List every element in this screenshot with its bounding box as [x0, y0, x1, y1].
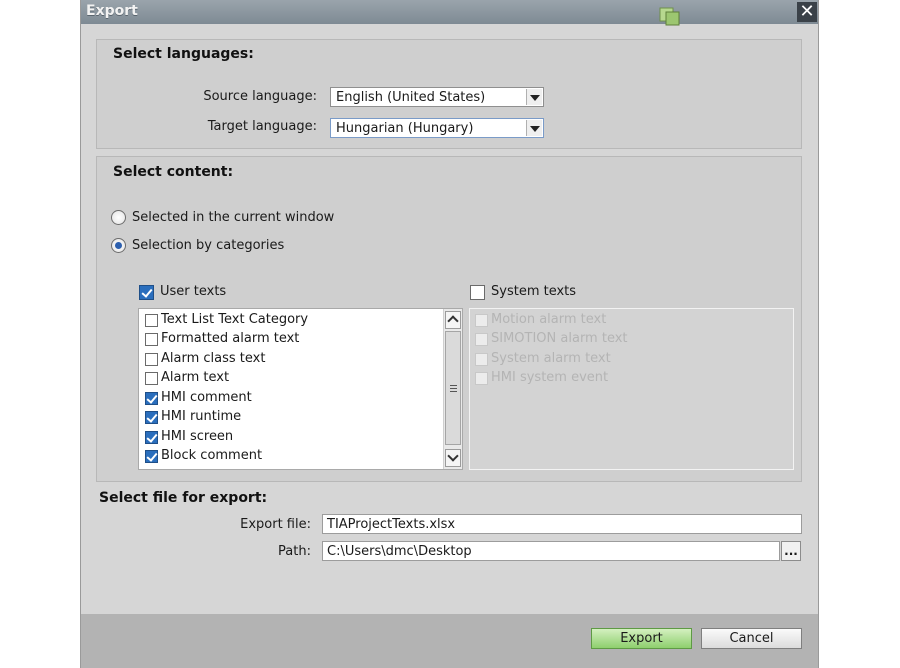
export-dialog: Export ✕ Select languages: Source langua… [81, 0, 818, 668]
content-group: Select content: Selected in the current … [96, 156, 802, 482]
browse-button[interactable]: ... [781, 541, 801, 561]
user-texts-label[interactable]: User texts [160, 284, 226, 299]
scroll-thumb[interactable] [445, 331, 461, 445]
cancel-button[interactable]: Cancel [701, 628, 802, 649]
list-item-label: Alarm text [161, 370, 230, 385]
list-item-label: Motion alarm text [491, 312, 607, 327]
source-language-value: English (United States) [336, 90, 486, 105]
path-field[interactable]: C:\Users\dmc\Desktop [322, 541, 780, 561]
list-item-label: Formatted alarm text [161, 331, 300, 346]
export-button[interactable]: Export [591, 628, 692, 649]
path-label: Path: [278, 544, 311, 559]
list-item-checkbox [475, 314, 488, 327]
languages-heading: Select languages: [113, 46, 254, 62]
list-item-checkbox[interactable] [145, 411, 158, 424]
system-texts-checkbox[interactable] [470, 285, 485, 300]
user-texts-checkbox[interactable] [139, 285, 154, 300]
list-item-checkbox[interactable] [145, 372, 158, 385]
list-item-label: Text List Text Category [161, 312, 309, 327]
target-language-value: Hungarian (Hungary) [336, 121, 474, 136]
list-item-label: HMI screen [161, 429, 234, 444]
tia-portal-logo-icon [659, 7, 680, 26]
content-heading: Select content: [113, 164, 234, 180]
list-item-label: HMI system event [491, 370, 609, 385]
list-item-checkbox[interactable] [145, 333, 158, 346]
list-item-checkbox[interactable] [145, 353, 158, 366]
scroll-down-button[interactable] [445, 449, 461, 467]
list-item-checkbox [475, 353, 488, 366]
scroll-up-button[interactable] [445, 311, 461, 329]
dialog-footer: Export Cancel [81, 614, 818, 668]
source-language-label: Source language: [203, 89, 317, 104]
radio-selected-in-current-window-label[interactable]: Selected in the current window [132, 210, 334, 225]
source-language-dropdown[interactable]: English (United States) [330, 87, 544, 107]
export-file-field[interactable]: TIAProjectTexts.xlsx [322, 514, 802, 534]
list-item-label: System alarm text [491, 351, 611, 366]
close-button[interactable]: ✕ [797, 2, 817, 22]
list-item-checkbox [475, 333, 488, 346]
file-heading: Select file for export: [99, 490, 268, 506]
export-file-label: Export file: [240, 517, 311, 532]
radio-selection-by-categories[interactable] [111, 238, 126, 253]
dialog-title: Export [86, 3, 138, 19]
chevron-down-icon[interactable] [526, 120, 542, 136]
list-item-checkbox[interactable] [145, 431, 158, 444]
list-item-label: Block comment [161, 448, 263, 463]
system-texts-list: Motion alarm text SIMOTION alarm text Sy… [469, 308, 794, 470]
languages-group: Select languages: Source language: Engli… [96, 39, 802, 149]
title-bar[interactable]: Export ✕ [81, 0, 818, 26]
user-texts-scrollbar[interactable] [443, 309, 462, 469]
path-value: C:\Users\dmc\Desktop [327, 544, 472, 559]
export-file-value: TIAProjectTexts.xlsx [327, 517, 456, 532]
system-texts-label[interactable]: System texts [491, 284, 576, 299]
chevron-down-icon[interactable] [526, 89, 542, 105]
list-item-checkbox[interactable] [145, 450, 158, 463]
list-item-checkbox[interactable] [145, 314, 158, 327]
list-item-label: HMI runtime [161, 409, 242, 424]
user-texts-list[interactable]: Text List Text Category Formatted alarm … [138, 308, 463, 470]
target-language-label: Target language: [207, 119, 317, 134]
list-item-label: Alarm class text [161, 351, 266, 366]
radio-selection-by-categories-label[interactable]: Selection by categories [132, 238, 284, 253]
list-item-label: HMI comment [161, 390, 252, 405]
list-item-label: SIMOTION alarm text [491, 331, 628, 346]
target-language-dropdown[interactable]: Hungarian (Hungary) [330, 118, 544, 138]
list-item-checkbox [475, 372, 488, 385]
radio-selected-in-current-window[interactable] [111, 210, 126, 225]
list-item-checkbox[interactable] [145, 392, 158, 405]
